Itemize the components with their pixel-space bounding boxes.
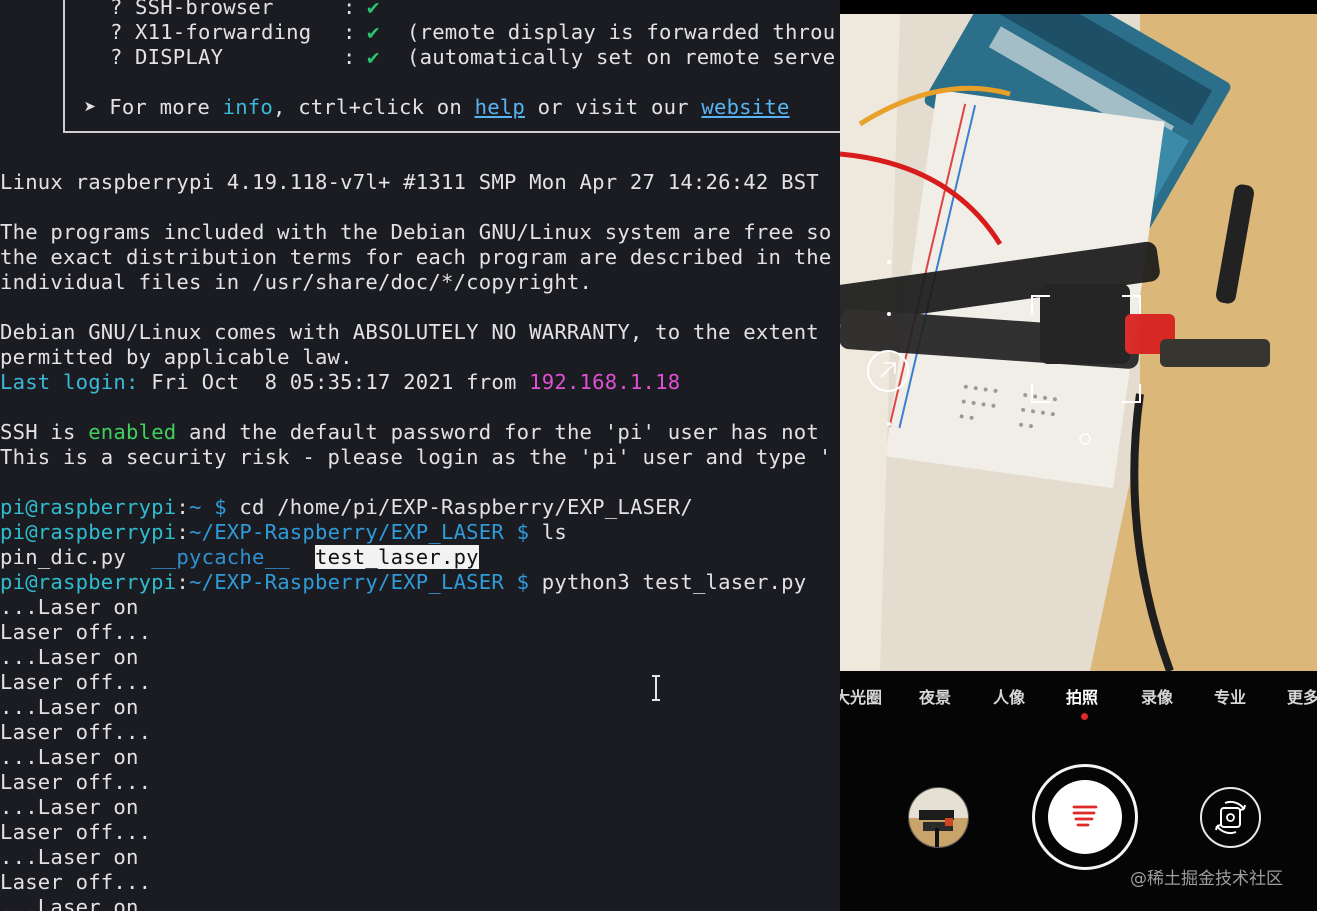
mode-photo[interactable]: 拍照 (1066, 684, 1098, 708)
mode-large-aperture[interactable]: 大光圈 (840, 684, 882, 708)
uname-line: Linux raspberrypi 4.19.118-v7l+ #1311 SM… (0, 170, 819, 194)
license-line-3: individual files in /usr/share/doc/*/cop… (0, 270, 593, 294)
help-link[interactable]: help (475, 95, 525, 119)
ssh-warning-line-2: This is a security risk - please login a… (0, 445, 832, 469)
check-icon: ✔ (367, 0, 380, 19)
output-line: Laser off... (0, 670, 152, 694)
ls-output-line: pin_dic.py __pycache__ test_laser.py (0, 545, 479, 570)
output-line: ...Laser on (0, 745, 139, 769)
text-cursor-icon (652, 675, 660, 701)
focus-bracket-icon (1031, 295, 1141, 403)
output-line: Laser off... (0, 720, 152, 744)
ssh-warning-line-1: SSH is enabled and the default password … (0, 420, 819, 444)
prompt-line-cd: pi@raspberrypi:~ $ cd /home/pi/EXP-Raspb… (0, 495, 693, 519)
mode-video[interactable]: 录像 (1141, 684, 1173, 708)
output-line: ...Laser on (0, 645, 139, 669)
site-watermark: @稀土掘金技术社区 (1130, 869, 1283, 889)
prompt-line-python: pi@raspberrypi:~/EXP-Raspberry/EXP_LASER… (0, 570, 807, 594)
output-line: ...Laser on (0, 845, 139, 869)
output-line: ...Laser on (0, 595, 139, 619)
arrow-icon: ➤ (84, 95, 97, 119)
gallery-thumbnail[interactable] (908, 787, 969, 848)
mode-portrait[interactable]: 人像 (993, 684, 1025, 708)
file-pin-dic: pin_dic.py (0, 545, 126, 569)
output-line: ...Laser on (0, 795, 139, 819)
aperture-icon[interactable] (866, 349, 910, 393)
file-test-laser-selected: test_laser.py (315, 545, 479, 569)
banner-more-info: ➤ For more info, ctrl+click on help or v… (84, 95, 790, 119)
terminal-window[interactable]: ? SSH-browser: ✔ ? X11-forwarding: ✔ (remote … (0, 0, 840, 911)
license-line-2: the exact distribution terms for each pr… (0, 245, 832, 269)
website-link[interactable]: website (701, 95, 789, 119)
dir-pycache: __pycache__ (151, 545, 290, 569)
warranty-line-1: Debian GNU/Linux comes with ABSOLUTELY N… (0, 320, 819, 344)
gallery-thumbnail-image (909, 788, 968, 847)
active-mode-indicator (1081, 713, 1088, 720)
prompt-line-ls: pi@raspberrypi:~/EXP-Raspberry/EXP_LASER… (0, 520, 567, 544)
flip-camera-button[interactable] (1200, 787, 1261, 848)
camera-viewfinder[interactable] (840, 14, 1317, 671)
flip-camera-icon (1215, 800, 1246, 835)
shutter-icon (1072, 805, 1098, 827)
output-line: Laser off... (0, 770, 152, 794)
license-line-1: The programs included with the Debian GN… (0, 220, 832, 244)
mode-pro[interactable]: 专业 (1214, 684, 1246, 708)
check-icon: ✔ (367, 20, 380, 44)
exposure-slider-handle[interactable] (1078, 432, 1092, 446)
output-line: ...Laser on (0, 895, 139, 911)
output-line: Laser off... (0, 870, 152, 894)
mode-more[interactable]: 更多 (1287, 684, 1317, 708)
camera-top-bar (840, 0, 1317, 14)
mode-night[interactable]: 夜景 (919, 684, 951, 708)
camera-mode-bar[interactable]: 大光圈 夜景 人像 拍照 录像 专业 更多 (840, 684, 1317, 710)
output-line: ...Laser on (0, 695, 139, 719)
output-line: Laser off... (0, 820, 152, 844)
phone-camera-app: 大光圈 夜景 人像 拍照 录像 专业 更多 @稀土掘金技术社区 (840, 0, 1317, 911)
warranty-line-2: permitted by applicable law. (0, 345, 353, 369)
shutter-button[interactable] (1048, 780, 1122, 854)
check-icon: ✔ (367, 45, 380, 69)
last-login-line: Last login: Fri Oct 8 05:35:17 2021 from… (0, 370, 681, 394)
output-line: Laser off... (0, 620, 152, 644)
